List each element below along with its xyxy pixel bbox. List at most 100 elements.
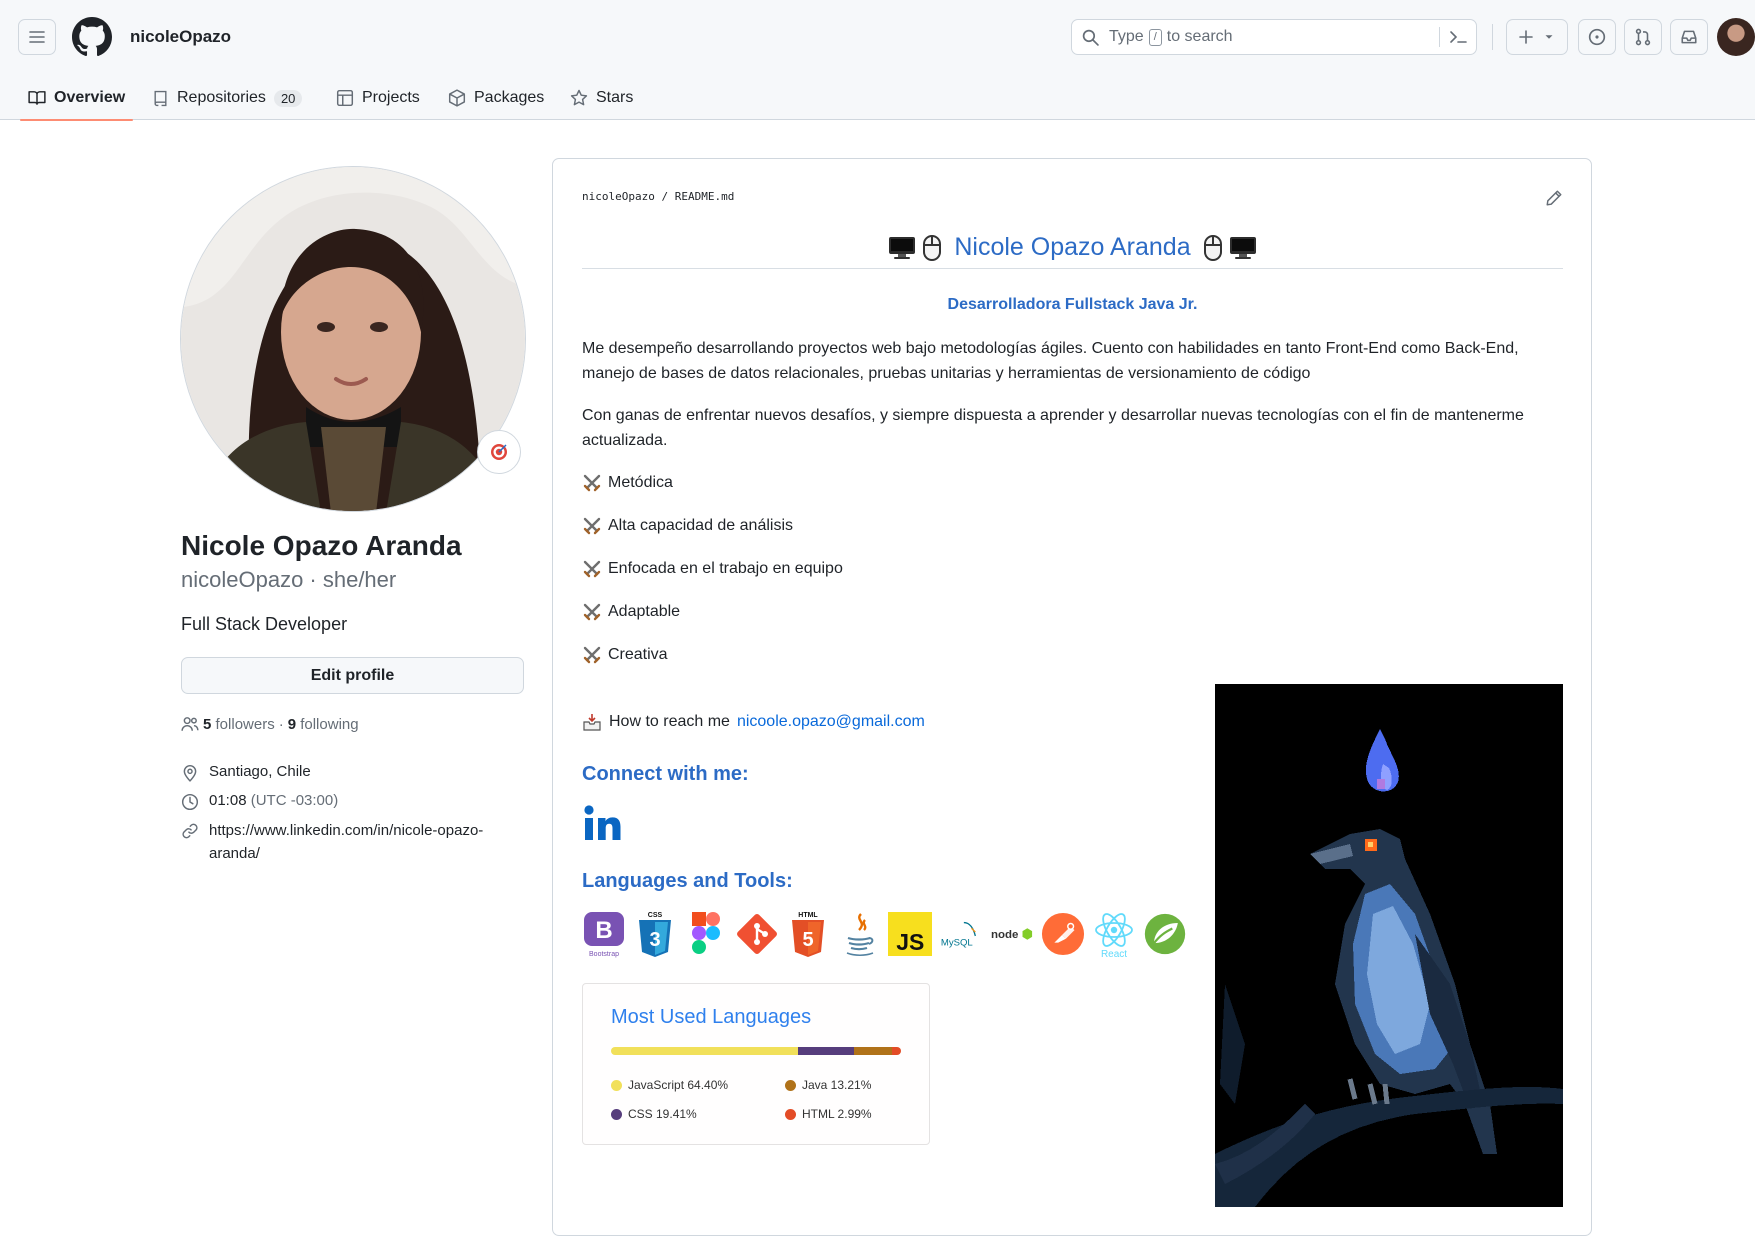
desktop-computer-icon [1229, 236, 1256, 259]
email-link[interactable]: nicoole.opazo@gmail.com [737, 713, 925, 731]
svg-text:B: B [595, 917, 612, 944]
inbox-icon [1681, 30, 1697, 44]
javascript-icon[interactable]: JS [888, 910, 932, 958]
java-icon[interactable] [837, 910, 881, 958]
star-icon [570, 89, 588, 106]
react-icon[interactable]: React [1092, 910, 1136, 958]
header-divider [1492, 24, 1493, 50]
crossed-swords-icon [583, 560, 601, 578]
issues-button[interactable] [1578, 19, 1616, 55]
context-username[interactable]: nicoleOpazo [130, 27, 231, 47]
svg-text:node: node [991, 929, 1018, 941]
crumb-owner[interactable]: nicoleOpazo [582, 190, 655, 203]
create-new-button[interactable] [1506, 19, 1568, 55]
git-icon[interactable] [735, 910, 779, 958]
pixel-art-crow-image [1215, 684, 1563, 1207]
readme-card: nicoleOpazo / README.md Nicole Opazo Ara… [552, 158, 1592, 1236]
repositories-count: 20 [273, 89, 303, 107]
status-badge[interactable] [477, 430, 521, 474]
language-item-html: HTML 2.99% [785, 1107, 872, 1121]
crossed-swords-icon [583, 517, 601, 535]
mouse-icon [923, 234, 942, 261]
hamburger-icon [29, 31, 45, 43]
tab-packages[interactable]: Packages [448, 76, 544, 120]
issue-opened-icon [1588, 28, 1606, 46]
languages-progress-bar [611, 1047, 901, 1055]
spring-icon[interactable] [1143, 910, 1187, 958]
language-dot [611, 1108, 622, 1120]
edit-profile-button[interactable]: Edit profile [181, 657, 524, 694]
crumb-file[interactable]: README.md [675, 190, 735, 203]
language-item-java: Java 13.21% [785, 1078, 871, 1092]
most-used-languages-card[interactable]: Most Used Languages JavaScript 64.40% Ja… [582, 983, 930, 1145]
mysql-icon[interactable]: MySQL [939, 910, 983, 958]
linkedin-icon[interactable] [583, 804, 623, 842]
nodejs-icon[interactable]: node [990, 910, 1034, 958]
svg-text:3: 3 [649, 929, 660, 951]
connect-heading: Connect with me: [582, 763, 749, 785]
following-link[interactable]: 9 following [288, 716, 359, 733]
crossed-swords-icon [583, 603, 601, 621]
profile-login-pronouns: nicoleOpazo · she/her [181, 567, 397, 592]
readme-subtitle: Desarrolladora Fullstack Java Jr. [947, 296, 1198, 313]
postman-icon[interactable] [1041, 910, 1085, 958]
website-link[interactable]: https://www.linkedin.com/in/nicole-opazo… [209, 819, 483, 865]
profile-local-time: 01:08 (UTC -03:00) [181, 792, 338, 811]
inbox-tray-icon [583, 714, 601, 731]
profile-full-name: Nicole Opazo Aranda [181, 530, 462, 561]
readme-paragraph-1: Me desempeño desarrollando proyectos web… [582, 340, 1519, 382]
inbox-button[interactable] [1670, 19, 1708, 55]
tools-heading: Languages and Tools: [582, 870, 793, 892]
link-icon [182, 823, 198, 839]
git-pull-request-icon [1635, 28, 1651, 46]
people-icon [181, 717, 199, 731]
followers-link[interactable]: 5 followers [203, 716, 275, 733]
contact-line: How to reach me nicoole.opazo@gmail.com [582, 712, 925, 732]
book-icon [28, 91, 46, 105]
html5-icon[interactable]: HTML 5 [786, 910, 830, 958]
language-dot [785, 1079, 796, 1091]
language-bar-segment [854, 1047, 893, 1055]
tab-projects[interactable]: Projects [336, 76, 420, 120]
profile-photo [181, 167, 525, 511]
language-bar-segment [611, 1047, 798, 1055]
follow-stats: 5 followers · 9 following [181, 715, 359, 733]
pencil-icon[interactable] [1545, 189, 1563, 207]
svg-text:CSS: CSS [648, 912, 663, 919]
svg-text:MySQL: MySQL [941, 937, 973, 948]
app-header: nicoleOpazo Type / to search Overview Re… [0, 0, 1755, 121]
skill-item: Creativa [582, 645, 668, 665]
language-bar-segment [892, 1047, 901, 1055]
language-dot [611, 1079, 622, 1091]
command-palette-icon[interactable] [1448, 27, 1468, 47]
tab-overview[interactable]: Overview [19, 76, 134, 121]
svg-text:React: React [1101, 949, 1127, 958]
bootstrap-icon[interactable]: B Bootstrap [582, 910, 626, 958]
language-bar-segment [797, 1047, 855, 1055]
languages-card-title: Most Used Languages [611, 1006, 812, 1028]
tab-repositories[interactable]: Repositories 20 [152, 76, 303, 120]
menu-button[interactable] [18, 19, 56, 55]
profile-website: https://www.linkedin.com/in/nicole-opazo… [181, 821, 483, 865]
language-dot [785, 1108, 796, 1120]
separator [1439, 27, 1440, 47]
figma-icon[interactable] [684, 910, 728, 958]
user-avatar-button[interactable] [1717, 18, 1755, 56]
table-icon [336, 89, 354, 107]
skill-item: Alta capacidad de análisis [582, 516, 793, 536]
css3-icon[interactable]: CSS 3 [633, 910, 677, 958]
pull-requests-button[interactable] [1624, 19, 1662, 55]
svg-text:Bootstrap: Bootstrap [589, 951, 619, 958]
github-logo-icon[interactable] [72, 17, 112, 57]
svg-text:5: 5 [802, 929, 813, 951]
search-input[interactable]: Type / to search [1071, 19, 1477, 55]
tab-stars[interactable]: Stars [570, 76, 633, 120]
profile-avatar[interactable] [180, 166, 526, 512]
desktop-computer-icon [889, 236, 916, 259]
crossed-swords-icon [583, 474, 601, 492]
profile-location: Santiago, Chile [181, 763, 311, 782]
readme-breadcrumb: nicoleOpazo / README.md [582, 190, 735, 203]
language-item-javascript: JavaScript 64.40% [611, 1078, 728, 1092]
keyboard-shortcut: / [1148, 28, 1162, 46]
tools-list: B Bootstrap CSS 3 HTML 5 JS MySQL node R… [582, 910, 1187, 958]
